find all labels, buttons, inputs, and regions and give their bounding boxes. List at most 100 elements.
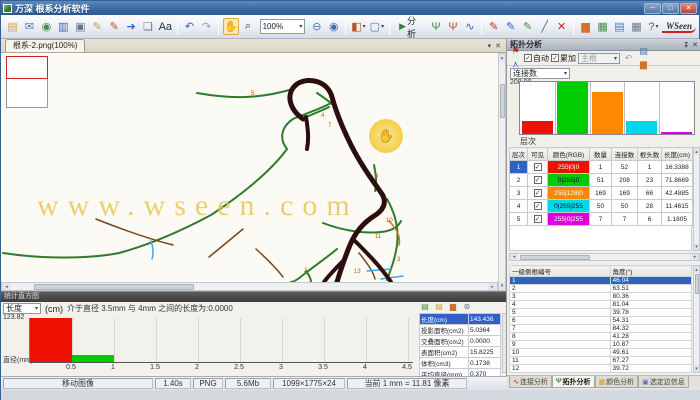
summary-row[interactable]: 投影面积(cm2)5.0364 [420,325,501,336]
layer-color-cell[interactable]: 255|0|255 [548,213,590,226]
table-row[interactable]: 380.36 [510,293,692,301]
column-header[interactable]: 一级侧根编号 [510,266,611,277]
histogram-metric-dropdown[interactable]: 长度 ▾ [3,303,41,314]
root-link-icon[interactable]: ∿ [462,18,477,35]
tab-拓扑分析[interactable]: Ψ拓扑分析 [552,376,595,388]
table-row[interactable]: 146.04 [510,277,692,285]
scroll-up-icon[interactable]: ▴ [694,148,699,155]
scroll-up-icon[interactable]: ▴ [499,54,505,62]
layer-level-cell[interactable]: 3 [510,187,528,200]
canvas-horizontal-scrollbar[interactable]: ◂ ▸ [1,282,498,291]
settings-icon[interactable]: ⊛ [461,300,473,312]
preview-icon[interactable]: ◉ [326,18,341,35]
layer-visible-cell[interactable]: ✓ [528,200,548,213]
open-image-icon[interactable]: ▤ [5,18,20,35]
navigator-thumbnail[interactable] [6,56,48,108]
camera-icon[interactable]: ◉ [39,18,54,35]
tab-list-caret-icon[interactable]: ▾ [488,42,492,50]
redo-icon[interactable]: ↷ [199,18,214,35]
hscroll-thumb[interactable] [34,284,194,290]
report-icon[interactable]: ▤ [612,18,627,35]
summary-row[interactable]: 交叠面积(cm2)0.0000 [420,336,501,347]
layer-visible-cell[interactable]: ✓ [528,161,548,174]
column-header[interactable]: 连接数 [612,148,638,161]
column-header[interactable]: 可见 [528,148,548,161]
layer-color-cell[interactable]: 255|0|0 [548,161,590,174]
print-icon[interactable]: ▣ [73,18,88,35]
table-row[interactable]: 539.78 [510,309,692,317]
layer-color-cell[interactable]: 0|255|255 [548,200,590,213]
layer-level-cell[interactable]: 5 [510,213,528,226]
copy-icon[interactable]: ❏ [141,18,156,35]
table-row[interactable]: 481.04 [510,301,692,309]
tab-close-icon[interactable]: ✕ [495,42,501,50]
marker-icon[interactable]: ✎ [107,18,122,35]
topology-metric-dropdown[interactable]: 连接数 ▾ [510,68,570,79]
column-header[interactable]: 层次 [510,148,528,161]
image-canvas[interactable]: www.wseen.com ✋ 547810112133 [1,53,498,282]
canvas-vertical-scrollbar[interactable]: ▴ ▾ [498,53,506,291]
edit-pencil-icon[interactable]: ✎ [90,18,105,35]
scroll-left-icon[interactable]: ◂ [2,283,11,290]
image-tab[interactable]: 根系-2.png(100%) [5,39,85,52]
grid-icon[interactable]: ▦ [629,18,644,35]
pen-blue-icon[interactable]: ✎ [503,18,518,35]
main-root-dropdown[interactable]: 主根 ▾ [578,53,620,64]
chart-report-icon[interactable]: ▆ [637,58,650,71]
table-row[interactable]: 263.51 [510,285,692,293]
table-row[interactable]: 5✓255|0|2557761.1805 [510,213,693,226]
table-row[interactable]: 841.28 [510,333,692,341]
save-chart-icon[interactable]: ▤ [419,300,431,312]
table-row[interactable]: 1167.27 [510,357,692,365]
layer-visible-cell[interactable]: ✓ [528,213,548,226]
root-edit-icon[interactable]: Ψ [445,18,460,35]
column-header[interactable]: 数量 [590,148,612,161]
column-header[interactable]: 颜色(RGB) [548,148,590,161]
text-tool-icon[interactable]: Aa [158,18,173,35]
scroll-down-icon[interactable]: ▾ [694,365,699,372]
shape-icon[interactable]: ▢▾ [369,18,385,35]
table-row[interactable]: 1239.72 [510,365,692,373]
data-table-icon[interactable]: ▦ [595,18,610,35]
zoom-tool-icon[interactable]: ⌕ [241,18,256,35]
angle-table-scrollbar[interactable]: ▴ ▾ [693,265,700,373]
accumulate-checkbox[interactable]: ✓ 累加 [551,53,576,64]
layer-color-cell[interactable]: 0|255|0 [548,174,590,187]
tab-选定边信息[interactable]: ▣选定边信息 [638,376,689,388]
summary-row[interactable]: 长度(cm)143.436 [420,314,501,325]
save-data-icon[interactable]: ▤ [433,300,445,312]
column-header[interactable]: 角度(°) [610,266,691,277]
pin-icon[interactable]: ↧ [683,41,689,49]
root-mark-icon[interactable]: Ψ [429,18,444,35]
scroll-up-icon[interactable]: ▴ [694,266,699,273]
tab-颜色分析[interactable]: ▦颜色分析 [595,376,639,388]
zoom-level-combo[interactable]: 100%▾ [260,19,306,34]
table-row[interactable]: 2✓0|255|0512082371.8669 [510,174,693,187]
summary-row[interactable]: 体积(cm3)0.1738 [420,358,501,369]
help-icon[interactable]: ?▾ [646,18,661,35]
auto-checkbox[interactable]: ✓ 自动 [524,53,549,64]
bar-chart-icon[interactable]: ▆ [578,18,593,35]
layer-visible-cell[interactable]: ✓ [528,174,548,187]
layer-color-cell[interactable]: 255|128|0 [548,187,590,200]
vscroll-thumb[interactable] [695,274,699,294]
report-export-icon[interactable]: ▤ [637,45,650,58]
column-header[interactable]: 根头数 [638,148,662,161]
export-icon[interactable]: ➔ [124,18,139,35]
scroll-down-icon[interactable]: ▾ [694,243,699,250]
maximize-button[interactable]: □ [662,3,679,14]
scroll-right-icon[interactable]: ▸ [691,254,699,260]
scroll-right-icon[interactable]: ▸ [488,283,497,290]
analyze-button[interactable]: ▶分析 [395,18,425,35]
layer-level-cell[interactable]: 4 [510,200,528,213]
layer-visible-cell[interactable]: ✓ [528,187,548,200]
table-row[interactable]: 654.31 [510,317,692,325]
minimize-button[interactable]: ─ [644,3,661,14]
table-row[interactable]: 4✓0|255|25550502811.4615 [510,200,693,213]
vscroll-thumb[interactable] [500,84,505,118]
table-row[interactable]: 910.87 [510,341,692,349]
save-icon[interactable]: ▥ [56,18,71,35]
chart-export-icon[interactable]: ▆ [447,300,459,312]
scroll-left-icon[interactable]: ◂ [510,254,518,260]
table-row[interactable]: 1049.61 [510,349,692,357]
